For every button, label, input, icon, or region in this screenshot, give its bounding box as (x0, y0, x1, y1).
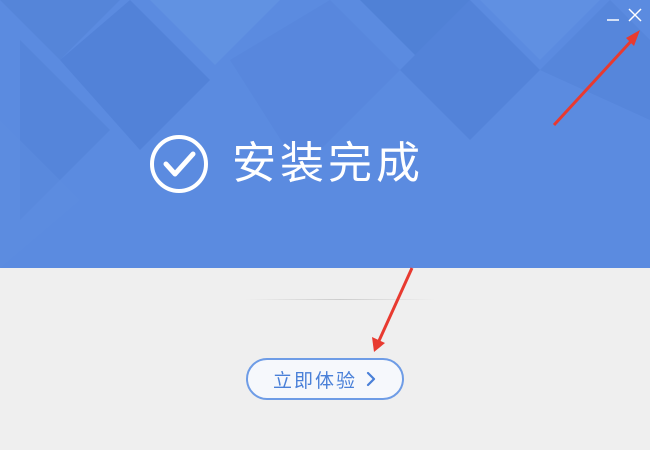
installer-window: 安装完成 立即体验 (0, 0, 650, 450)
page-title: 安装完成 (232, 138, 424, 189)
start-button-label: 立即体验 (272, 369, 357, 392)
divider (245, 299, 435, 300)
success-status: 安装完成 (148, 132, 424, 196)
header-banner: 安装完成 (0, 0, 650, 268)
chevron-right-icon (365, 371, 377, 387)
close-icon (628, 8, 642, 22)
close-button[interactable] (626, 6, 644, 24)
annotation-arrow-start (372, 267, 414, 352)
minimize-icon (607, 19, 619, 21)
window-controls (604, 6, 644, 24)
check-circle-icon (150, 135, 208, 193)
start-experience-button[interactable]: 立即体验 (246, 358, 404, 400)
minimize-button[interactable] (604, 6, 622, 24)
